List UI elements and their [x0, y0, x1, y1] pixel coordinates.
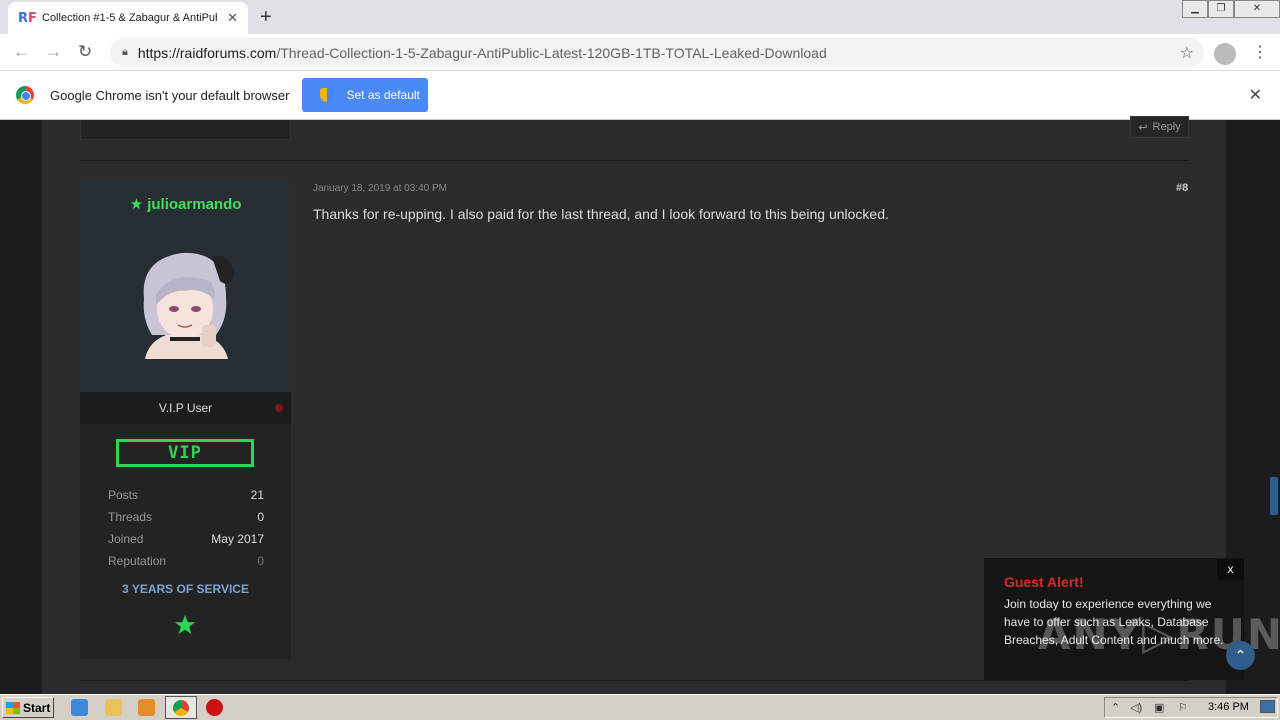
- tab-close-icon[interactable]: ✕: [227, 10, 238, 26]
- stat-value: May 2017: [211, 532, 264, 546]
- profile-avatar-icon[interactable]: [1214, 43, 1236, 65]
- stat-label: Posts: [108, 488, 139, 502]
- scroll-to-top-button[interactable]: ⌃: [1226, 641, 1255, 670]
- years-of-service: 3 YEARS OF SERVICE: [122, 582, 249, 596]
- minimize-icon[interactable]: ▁: [1182, 0, 1208, 18]
- back-arrow-icon[interactable]: ←: [13, 42, 30, 62]
- post-date: January 18, 2019 at 03:40 PM: [313, 183, 447, 194]
- guest-alert-title: Guest Alert!: [1004, 574, 1084, 590]
- network-icon[interactable]: ▣: [1154, 701, 1164, 714]
- stat-value: 21: [250, 488, 264, 502]
- stat-joined: Joined May 2017: [108, 532, 264, 546]
- post-body: Thanks for re-upping. I also paid for th…: [313, 206, 889, 222]
- folder-icon[interactable]: [105, 699, 122, 716]
- windows-taskbar: Start ⌃ ◁) ▣ ⚐ 3:46 PM: [0, 694, 1280, 720]
- shield-icon: [320, 88, 335, 102]
- chrome-logo-icon: [16, 86, 34, 104]
- window-close-icon[interactable]: ✕: [1234, 0, 1280, 18]
- scrollbar-thumb[interactable]: [1270, 477, 1278, 515]
- avatar[interactable]: [130, 239, 240, 363]
- post-divider: [80, 160, 1189, 161]
- stat-label: Threads: [108, 510, 153, 524]
- forward-arrow-icon[interactable]: →: [45, 42, 62, 62]
- stat-label: Joined: [108, 532, 144, 546]
- username-text: julioarmando: [147, 196, 242, 213]
- offline-status-dot: [275, 404, 283, 412]
- post-number-link[interactable]: #8: [1176, 182, 1188, 194]
- reload-icon[interactable]: ↻: [78, 42, 92, 62]
- service-star-icon: [174, 614, 196, 635]
- chrome-icon: [173, 700, 189, 716]
- chevron-up-icon: ⌃: [1234, 647, 1247, 663]
- reply-arrow-icon: ↩: [1138, 121, 1148, 134]
- start-button[interactable]: Start: [2, 697, 54, 718]
- green-star-icon: ★: [129, 196, 144, 213]
- browser-tab[interactable]: RF Collection #1-5 & Zabagur & AntiPubli…: [8, 2, 248, 34]
- taskbar-clock[interactable]: 3:46 PM: [1208, 701, 1249, 713]
- media-player-icon[interactable]: [138, 699, 155, 716]
- default-browser-infobar: Google Chrome isn't your default browser…: [0, 71, 1280, 120]
- infobar-close-icon[interactable]: ✕: [1249, 85, 1262, 105]
- stat-posts: Posts 21: [108, 488, 264, 502]
- reply-label: Reply: [1152, 121, 1181, 133]
- browser-toolbar: ← → ↻ 🔒︎ https://raidforums.com/Thread-C…: [0, 34, 1280, 71]
- user-rank: V.I.P User: [80, 392, 291, 424]
- set-as-default-label: Set as default: [346, 88, 420, 102]
- previous-userbox: [80, 120, 291, 140]
- flag-icon[interactable]: ⚐: [1178, 701, 1188, 714]
- guest-alert-close-button[interactable]: x: [1217, 559, 1244, 580]
- post-divider: [80, 680, 1189, 681]
- stat-threads: Threads 0: [108, 510, 264, 524]
- reply-button[interactable]: ↩ Reply: [1130, 116, 1189, 138]
- user-rank-text: V.I.P User: [158, 401, 213, 415]
- stop-icon[interactable]: [206, 699, 223, 716]
- kebab-menu-icon[interactable]: ⋮: [1252, 42, 1268, 62]
- stat-reputation: Reputation 0: [108, 554, 264, 568]
- new-tab-button[interactable]: +: [260, 6, 272, 29]
- lock-icon: 🔒︎: [122, 46, 128, 58]
- start-label: Start: [23, 700, 51, 715]
- vip-badge: VIP: [116, 439, 254, 467]
- restore-icon[interactable]: ❐: [1208, 0, 1234, 18]
- tab-strip: RF Collection #1-5 & Zabagur & AntiPubli…: [0, 0, 1280, 34]
- show-desktop-icon[interactable]: [1260, 700, 1275, 713]
- infobar-message: Google Chrome isn't your default browser: [50, 87, 290, 103]
- address-bar[interactable]: 🔒︎ https://raidforums.com/Thread-Collect…: [110, 38, 1204, 67]
- stat-label: Reputation: [108, 554, 167, 568]
- chrome-taskbar-button[interactable]: [165, 696, 197, 719]
- username-link[interactable]: ★ julioarmando: [80, 195, 291, 213]
- stat-value: 0: [257, 510, 264, 524]
- volume-icon[interactable]: ◁): [1130, 701, 1142, 714]
- set-as-default-button[interactable]: Set as default: [302, 78, 429, 112]
- windows-logo-icon: [6, 701, 20, 714]
- internet-explorer-icon[interactable]: [71, 699, 88, 716]
- window-controls: ▁ ❐ ✕: [1182, 0, 1280, 18]
- tray-expand-icon[interactable]: ⌃: [1111, 701, 1120, 714]
- raidforums-favicon-icon: RF: [18, 10, 37, 26]
- stat-value[interactable]: 0: [257, 554, 264, 568]
- post-author-box: ★ julioarmando V.I.P User VIP Posts 21 T…: [80, 181, 291, 659]
- tab-title: Collection #1-5 & Zabagur & AntiPublic: [42, 12, 217, 24]
- url-text[interactable]: https://raidforums.com/Thread-Collection…: [138, 45, 827, 61]
- bookmark-star-icon[interactable]: ☆: [1180, 43, 1194, 63]
